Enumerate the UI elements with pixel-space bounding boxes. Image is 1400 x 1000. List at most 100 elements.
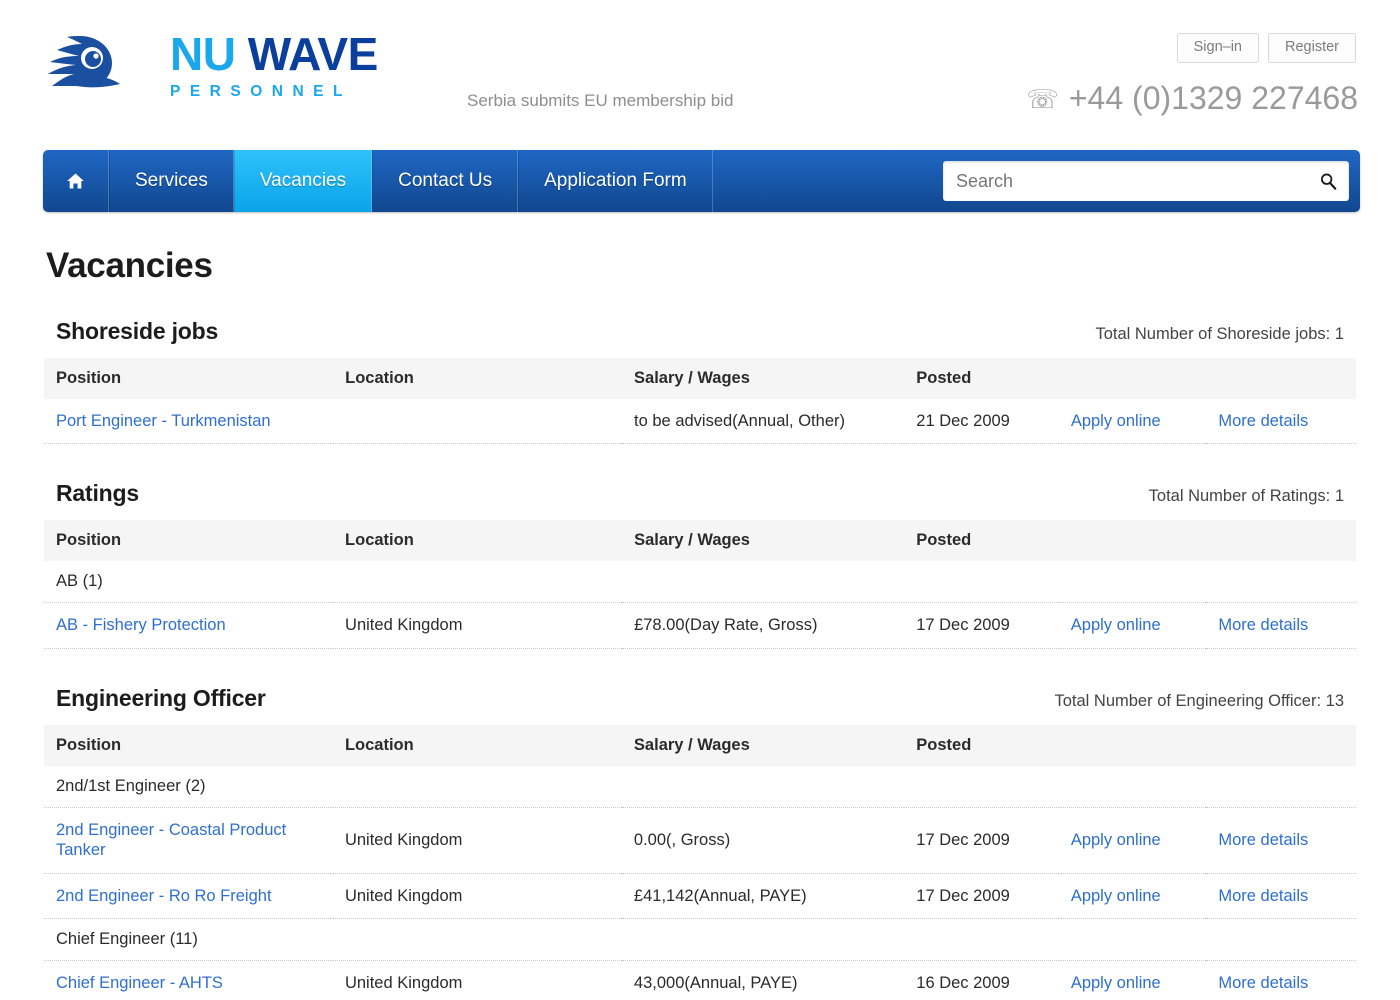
cell-details: More details — [1206, 873, 1356, 918]
vacancy-sections: Shoreside jobs Total Number of Shoreside … — [0, 286, 1400, 1000]
cell-location: United Kingdom — [333, 807, 622, 873]
column-header-apply — [1059, 725, 1207, 766]
nav-item-label: Services — [135, 170, 208, 192]
column-header: Position — [44, 358, 333, 399]
site-logo[interactable]: NU WAVE PERSONNEL — [46, 30, 378, 100]
nav-item-label: Contact Us — [398, 170, 492, 192]
vacancy-link[interactable]: 2nd Engineer - Ro Ro Freight — [56, 887, 272, 905]
vacancy-section: Engineering Officer Total Number of Engin… — [44, 649, 1356, 1000]
cell-apply: Apply online — [1059, 873, 1207, 918]
column-header: Location — [333, 725, 622, 766]
column-header-details — [1206, 520, 1356, 561]
auth-buttons: Sign–in Register — [1177, 33, 1356, 63]
column-header: Posted — [904, 725, 1059, 766]
column-header: Posted — [904, 358, 1059, 399]
nav-item-contact-us[interactable]: Contact Us — [372, 150, 518, 212]
search-box[interactable] — [943, 161, 1349, 201]
cell-salary: 43,000(Annual, PAYE) — [622, 961, 904, 1000]
table-group-row: 2nd/1st Engineer (2) — [44, 766, 1356, 808]
table-row: 2nd Engineer - Ro Ro Freight United Kingd… — [44, 873, 1356, 918]
column-header-apply — [1059, 520, 1207, 561]
cell-apply: Apply online — [1059, 603, 1207, 648]
vacancy-link[interactable]: Port Engineer - Turkmenistan — [56, 412, 271, 430]
vacancy-table: PositionLocationSalary / WagesPosted2nd/… — [44, 725, 1356, 1000]
sign-in-button[interactable]: Sign–in — [1177, 33, 1259, 63]
section-header: Ratings Total Number of Ratings: 1 — [44, 480, 1356, 507]
nav-item-services[interactable]: Services — [109, 150, 234, 212]
phone-number: +44 (0)1329 227468 — [1069, 80, 1358, 117]
logo-brand-nu: NU — [170, 28, 235, 80]
section-title: Ratings — [56, 480, 139, 507]
more-details-link[interactable]: More details — [1218, 974, 1308, 992]
logo-subtitle: PERSONNEL — [170, 84, 378, 100]
apply-online-link[interactable]: Apply online — [1071, 831, 1161, 849]
cell-location: United Kingdom — [333, 603, 622, 648]
cell-location — [333, 399, 622, 444]
table-row: AB - Fishery ProtectionUnited Kingdom£78… — [44, 603, 1356, 648]
home-icon — [65, 171, 86, 191]
cell-salary: £41,142(Annual, PAYE) — [622, 873, 904, 918]
cell-details: More details — [1206, 399, 1356, 444]
nav-item-application-form[interactable]: Application Form — [518, 150, 713, 212]
more-details-link[interactable]: More details — [1218, 831, 1308, 849]
more-details-link[interactable]: More details — [1218, 412, 1308, 430]
cell-details: More details — [1206, 807, 1356, 873]
nav-item-label: Vacancies — [260, 170, 346, 192]
apply-online-link[interactable]: Apply online — [1071, 616, 1161, 634]
section-title: Shoreside jobs — [56, 318, 218, 345]
nav-item-label: Application Form — [544, 170, 687, 192]
cell-posted: 16 Dec 2009 — [904, 961, 1059, 1000]
column-header: Salary / Wages — [622, 520, 904, 561]
table-group-row: Chief Engineer (11) — [44, 919, 1356, 961]
section-total-count: Total Number of Ratings: 1 — [1149, 487, 1344, 506]
apply-online-link[interactable]: Apply online — [1071, 887, 1161, 905]
column-header-details — [1206, 358, 1356, 399]
column-header: Position — [44, 520, 333, 561]
nav-item-vacancies[interactable]: Vacancies — [234, 150, 372, 212]
apply-online-link[interactable]: Apply online — [1071, 974, 1161, 992]
cell-salary: 0.00(, Gross) — [622, 807, 904, 873]
cell-location: United Kingdom — [333, 961, 622, 1000]
table-row: 2nd Engineer - Coastal Product Tanker Uni… — [44, 807, 1356, 873]
phone-icon: ☏ — [1026, 86, 1059, 112]
search-icon[interactable] — [1319, 172, 1337, 190]
cell-posted: 21 Dec 2009 — [904, 399, 1059, 444]
cell-posted: 17 Dec 2009 — [904, 603, 1059, 648]
section-title: Engineering Officer — [56, 685, 266, 712]
search-input[interactable] — [943, 171, 1349, 192]
table-header-row: PositionLocationSalary / WagesPosted — [44, 725, 1356, 766]
main-content: Vacancies Shoreside jobs Total Number of … — [0, 212, 1400, 1000]
nav-item-home[interactable] — [43, 150, 109, 212]
table-row: Chief Engineer - AHTS United Kingdom43,00… — [44, 961, 1356, 1000]
column-header: Salary / Wages — [622, 358, 904, 399]
cell-details: More details — [1206, 603, 1356, 648]
table-group-row: AB (1) — [44, 561, 1356, 603]
site-header: NU WAVE PERSONNEL Serbia submits EU memb… — [0, 0, 1400, 148]
logo-brand-wave: WAVE — [248, 28, 378, 80]
table-row: Port Engineer - Turkmenistanto be advise… — [44, 399, 1356, 444]
vacancy-link[interactable]: Chief Engineer - AHTS — [56, 974, 223, 992]
news-ticker: Serbia submits EU membership bid — [467, 91, 733, 111]
table-header-row: PositionLocationSalary / WagesPosted — [44, 520, 1356, 561]
group-label: AB (1) — [44, 561, 1356, 603]
apply-online-link[interactable]: Apply online — [1071, 412, 1161, 430]
column-header: Location — [333, 358, 622, 399]
register-button[interactable]: Register — [1268, 33, 1356, 63]
cell-apply: Apply online — [1059, 399, 1207, 444]
section-total-count: Total Number of Engineering Officer: 13 — [1054, 692, 1344, 711]
section-header: Engineering Officer Total Number of Engin… — [44, 685, 1356, 712]
column-header-details — [1206, 725, 1356, 766]
cell-position: Port Engineer - Turkmenistan — [44, 399, 333, 444]
vacancy-link[interactable]: 2nd Engineer - Coastal Product Tanker — [56, 821, 286, 859]
group-label: Chief Engineer (11) — [44, 919, 1356, 961]
more-details-link[interactable]: More details — [1218, 887, 1308, 905]
cell-position: 2nd Engineer - Ro Ro Freight — [44, 873, 333, 918]
more-details-link[interactable]: More details — [1218, 616, 1308, 634]
main-navigation: Services Vacancies Contact Us Applicatio… — [43, 150, 1360, 212]
section-total-count: Total Number of Shoreside jobs: 1 — [1095, 325, 1344, 344]
cell-location: United Kingdom — [333, 873, 622, 918]
cell-position: Chief Engineer - AHTS — [44, 961, 333, 1000]
cell-posted: 17 Dec 2009 — [904, 873, 1059, 918]
page-title: Vacancies — [46, 246, 1400, 286]
vacancy-link[interactable]: AB - Fishery Protection — [56, 616, 226, 634]
